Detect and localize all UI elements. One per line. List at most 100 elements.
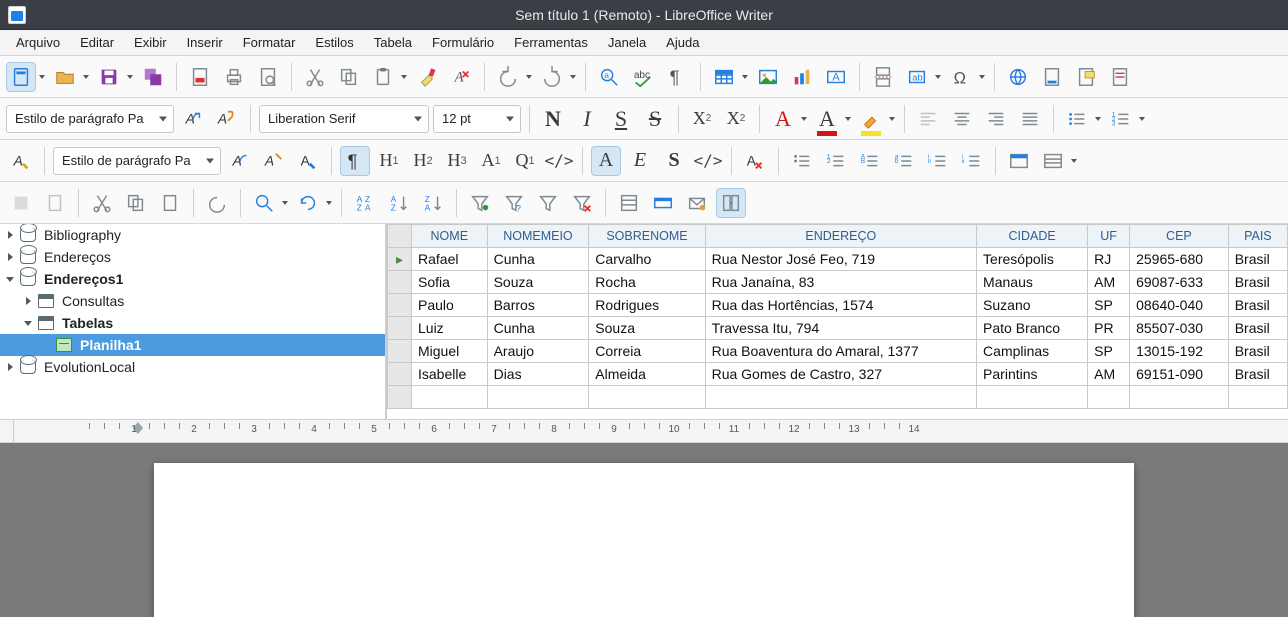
number-list-dropdown[interactable] bbox=[1138, 117, 1146, 121]
cell[interactable]: Souza bbox=[589, 317, 705, 340]
data-to-fields-icon[interactable] bbox=[648, 188, 678, 218]
cell[interactable]: Paulo bbox=[412, 294, 488, 317]
data-to-text-icon[interactable] bbox=[614, 188, 644, 218]
underline-icon[interactable]: S bbox=[606, 104, 636, 134]
row-header[interactable] bbox=[388, 317, 412, 340]
h1-icon[interactable]: H1 bbox=[374, 146, 404, 176]
sort-desc-icon[interactable]: ZA bbox=[418, 188, 448, 218]
copy-icon[interactable] bbox=[334, 62, 364, 92]
list-bullet-style-icon[interactable] bbox=[787, 146, 817, 176]
list-num-style-icon[interactable]: 12 bbox=[821, 146, 851, 176]
cell[interactable]: Travessa Itu, 794 bbox=[705, 317, 976, 340]
a1-icon[interactable]: A1 bbox=[476, 146, 506, 176]
find-record-dropdown[interactable] bbox=[281, 201, 289, 205]
document-viewport[interactable] bbox=[0, 443, 1288, 617]
insert-image-icon[interactable] bbox=[753, 62, 783, 92]
cell[interactable]: Dias bbox=[487, 363, 589, 386]
page[interactable] bbox=[154, 463, 1134, 617]
cell[interactable]: Rua Gomes de Castro, 327 bbox=[705, 363, 976, 386]
char-highlight-dropdown[interactable] bbox=[844, 117, 852, 121]
menu-tabela[interactable]: Tabela bbox=[364, 30, 422, 55]
refresh-icon[interactable] bbox=[293, 188, 323, 218]
cell[interactable]: Cunha bbox=[487, 317, 589, 340]
new-doc-dropdown[interactable] bbox=[38, 75, 46, 79]
menu-editar[interactable]: Editar bbox=[70, 30, 124, 55]
char-highlight-icon[interactable]: A bbox=[812, 104, 842, 134]
cell[interactable]: Rua Nestor José Feo, 719 bbox=[705, 248, 976, 271]
cell[interactable]: Correia bbox=[589, 340, 705, 363]
mailmerge-icon[interactable] bbox=[682, 188, 712, 218]
bullet-list-dropdown[interactable] bbox=[1094, 117, 1102, 121]
row-header[interactable]: ▸ bbox=[388, 248, 412, 271]
sort-asc-icon[interactable]: AZ bbox=[384, 188, 414, 218]
cell[interactable]: Brasil bbox=[1228, 271, 1287, 294]
cell[interactable]: Barros bbox=[487, 294, 589, 317]
insert-comment-icon[interactable] bbox=[1071, 62, 1101, 92]
update-style-icon[interactable]: A bbox=[178, 104, 208, 134]
menu-exibir[interactable]: Exibir bbox=[124, 30, 177, 55]
italic-icon[interactable]: I bbox=[572, 104, 602, 134]
align-right-icon[interactable] bbox=[981, 104, 1011, 134]
insert-special-dropdown[interactable] bbox=[978, 75, 986, 79]
cell[interactable]: 25965-680 bbox=[1130, 248, 1229, 271]
table-row[interactable]: ▸RafaelCunhaCarvalhoRua Nestor José Feo,… bbox=[388, 248, 1288, 271]
find-record-icon[interactable] bbox=[249, 188, 279, 218]
chevron-icon[interactable] bbox=[22, 321, 34, 326]
apply-filter-icon[interactable] bbox=[533, 188, 563, 218]
cell[interactable]: PR bbox=[1088, 317, 1130, 340]
table-style-dropdown[interactable] bbox=[1070, 159, 1078, 163]
row-header[interactable] bbox=[388, 363, 412, 386]
chevron-icon[interactable] bbox=[4, 231, 16, 239]
cell[interactable]: Rua das Hortências, 1574 bbox=[705, 294, 976, 317]
paragraph-style-combo[interactable]: Estilo de parágrafo Pa bbox=[6, 105, 174, 133]
tree-row[interactable]: Consultas bbox=[0, 290, 385, 312]
export-pdf-icon[interactable] bbox=[185, 62, 215, 92]
ds-paste-icon[interactable] bbox=[155, 188, 185, 218]
cell[interactable]: 08640-040 bbox=[1130, 294, 1229, 317]
refresh-dropdown[interactable] bbox=[325, 201, 333, 205]
table-row[interactable]: PauloBarrosRodriguesRua das Hortências, … bbox=[388, 294, 1288, 317]
ds-undo-icon[interactable] bbox=[202, 188, 232, 218]
table-row[interactable]: LuizCunhaSouzaTravessa Itu, 794Pato Bran… bbox=[388, 317, 1288, 340]
track-changes-icon[interactable] bbox=[1105, 62, 1135, 92]
menu-estilos[interactable]: Estilos bbox=[305, 30, 363, 55]
char-em-icon[interactable]: E bbox=[625, 146, 655, 176]
cell[interactable]: Brasil bbox=[1228, 248, 1287, 271]
cell[interactable]: Rua Janaína, 83 bbox=[705, 271, 976, 294]
list-roman-lower-icon[interactable]: iii bbox=[957, 146, 987, 176]
cell[interactable]: 85507-030 bbox=[1130, 317, 1229, 340]
cell[interactable]: SP bbox=[1088, 294, 1130, 317]
column-header[interactable]: NOMEMEIO bbox=[487, 225, 589, 248]
column-header[interactable]: CIDADE bbox=[977, 225, 1088, 248]
cell[interactable]: Araujo bbox=[487, 340, 589, 363]
cell[interactable]: Almeida bbox=[589, 363, 705, 386]
table-row[interactable]: MiguelAraujoCorreiaRua Boaventura do Ama… bbox=[388, 340, 1288, 363]
cell[interactable]: Souza bbox=[487, 271, 589, 294]
column-header[interactable]: ENDEREÇO bbox=[705, 225, 976, 248]
styles-icon[interactable]: A bbox=[6, 146, 36, 176]
undo-icon[interactable] bbox=[493, 62, 523, 92]
list-alpha-upper-icon[interactable]: AB bbox=[855, 146, 885, 176]
highlight-icon[interactable] bbox=[856, 104, 886, 134]
menu-arquivo[interactable]: Arquivo bbox=[6, 30, 70, 55]
row-header[interactable] bbox=[388, 294, 412, 317]
spellcheck-icon[interactable]: abc bbox=[628, 62, 658, 92]
column-header[interactable]: SOBRENOME bbox=[589, 225, 705, 248]
chevron-icon[interactable] bbox=[4, 363, 16, 371]
menu-janela[interactable]: Janela bbox=[598, 30, 656, 55]
font-color-icon[interactable]: A bbox=[768, 104, 798, 134]
font-name-combo[interactable]: Liberation Serif bbox=[259, 105, 429, 133]
cell[interactable]: Isabelle bbox=[412, 363, 488, 386]
cell[interactable]: RJ bbox=[1088, 248, 1130, 271]
chevron-icon[interactable] bbox=[4, 277, 16, 282]
bullet-list-icon[interactable] bbox=[1062, 104, 1092, 134]
insert-pagebreak-icon[interactable] bbox=[868, 62, 898, 92]
paragraph-style-combo-2[interactable]: Estilo de parágrafo Pa bbox=[53, 147, 221, 175]
font-size-combo[interactable]: 12 pt bbox=[433, 105, 521, 133]
char-normal-icon[interactable]: A bbox=[591, 146, 621, 176]
column-header[interactable]: PAIS bbox=[1228, 225, 1287, 248]
edit-style-icon[interactable]: A bbox=[293, 146, 323, 176]
save-record-icon[interactable] bbox=[6, 188, 36, 218]
cell[interactable]: Rua Boaventura do Amaral, 1377 bbox=[705, 340, 976, 363]
char-clear-icon[interactable]: A bbox=[740, 146, 770, 176]
